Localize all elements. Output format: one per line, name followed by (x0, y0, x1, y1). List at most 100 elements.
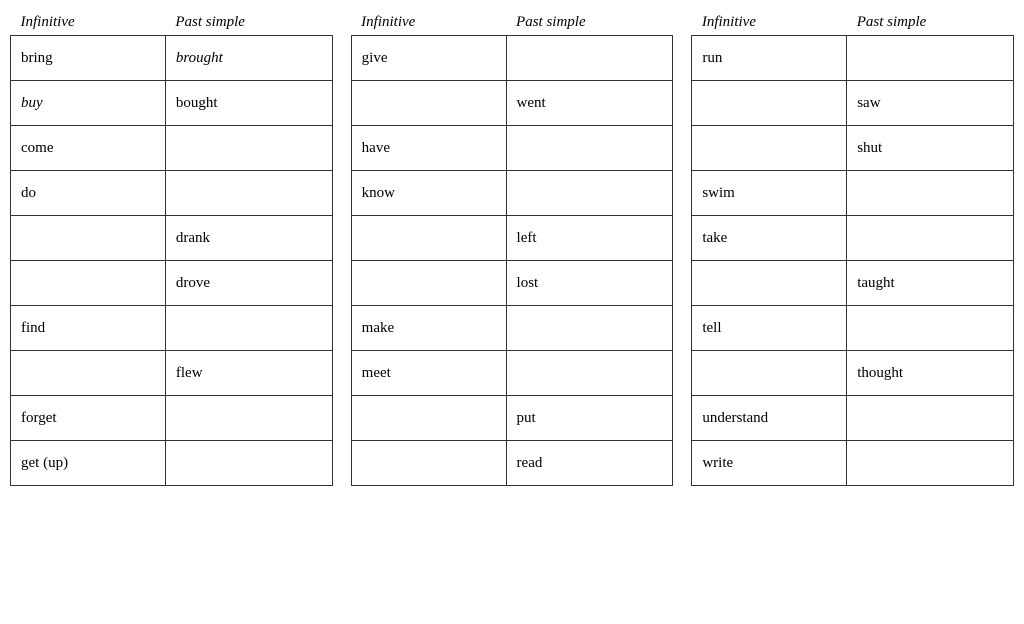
cell-infinitive: meet (351, 351, 506, 396)
cell-past-simple (165, 126, 332, 171)
header-past-simple: Past simple (506, 10, 673, 36)
cell-infinitive: swim (692, 171, 847, 216)
cell-infinitive: tell (692, 306, 847, 351)
cell-infinitive: know (351, 171, 506, 216)
verb-table-3: InfinitivePast simplerunsawshutswimtaket… (691, 10, 1014, 486)
cell-infinitive: buy (11, 81, 166, 126)
table-separator (333, 10, 351, 486)
cell-infinitive (692, 351, 847, 396)
cell-past-simple (847, 216, 1014, 261)
cell-past-simple: thought (847, 351, 1014, 396)
cell-past-simple (165, 441, 332, 486)
table-row: bringbrought (11, 36, 333, 81)
cell-infinitive: do (11, 171, 166, 216)
cell-past-simple: read (506, 441, 673, 486)
cell-past-simple (847, 441, 1014, 486)
cell-past-simple: taught (847, 261, 1014, 306)
cell-infinitive: write (692, 441, 847, 486)
cell-infinitive (351, 441, 506, 486)
header-infinitive: Infinitive (351, 10, 506, 36)
cell-past-simple (165, 306, 332, 351)
cell-infinitive (351, 261, 506, 306)
cell-past-simple (506, 126, 673, 171)
cell-infinitive (351, 216, 506, 261)
cell-past-simple (506, 306, 673, 351)
table-row: left (351, 216, 673, 261)
table-row: went (351, 81, 673, 126)
table-row: drank (11, 216, 333, 261)
cell-infinitive: find (11, 306, 166, 351)
cell-past-simple: put (506, 396, 673, 441)
cell-past-simple: went (506, 81, 673, 126)
cell-infinitive: forget (11, 396, 166, 441)
table-row: buybought (11, 81, 333, 126)
table-row: have (351, 126, 673, 171)
tables-container: InfinitivePast simplebringbroughtbuyboug… (10, 10, 1014, 486)
cell-infinitive (351, 81, 506, 126)
table-row: come (11, 126, 333, 171)
cell-past-simple: brought (165, 36, 332, 81)
table-row: run (692, 36, 1014, 81)
table-row: taught (692, 261, 1014, 306)
cell-past-simple: saw (847, 81, 1014, 126)
table-row: meet (351, 351, 673, 396)
table-separator (673, 10, 691, 486)
cell-infinitive: take (692, 216, 847, 261)
cell-past-simple (506, 171, 673, 216)
cell-past-simple: shut (847, 126, 1014, 171)
cell-infinitive (11, 351, 166, 396)
cell-past-simple (847, 171, 1014, 216)
cell-past-simple (847, 396, 1014, 441)
table-row: find (11, 306, 333, 351)
cell-past-simple: left (506, 216, 673, 261)
table-row: saw (692, 81, 1014, 126)
header-past-simple: Past simple (847, 10, 1014, 36)
table-row: thought (692, 351, 1014, 396)
cell-past-simple: flew (165, 351, 332, 396)
header-infinitive: Infinitive (11, 10, 166, 36)
cell-past-simple (847, 306, 1014, 351)
table-row: put (351, 396, 673, 441)
cell-past-simple: bought (165, 81, 332, 126)
cell-infinitive (11, 261, 166, 306)
header-infinitive: Infinitive (692, 10, 847, 36)
cell-infinitive (692, 81, 847, 126)
table-row: drove (11, 261, 333, 306)
cell-infinitive: get (up) (11, 441, 166, 486)
verb-table-1: InfinitivePast simplebringbroughtbuyboug… (10, 10, 333, 486)
cell-infinitive: understand (692, 396, 847, 441)
cell-past-simple (506, 351, 673, 396)
table-row: flew (11, 351, 333, 396)
verb-table-2: InfinitivePast simplegivewenthaveknowlef… (351, 10, 674, 486)
cell-infinitive: make (351, 306, 506, 351)
table-row: know (351, 171, 673, 216)
cell-past-simple (165, 396, 332, 441)
table-row: forget (11, 396, 333, 441)
table-row: lost (351, 261, 673, 306)
table-row: make (351, 306, 673, 351)
table-row: give (351, 36, 673, 81)
table-row: understand (692, 396, 1014, 441)
cell-past-simple: lost (506, 261, 673, 306)
page-wrapper: InfinitivePast simplebringbroughtbuyboug… (10, 10, 1014, 486)
cell-past-simple: drank (165, 216, 332, 261)
table-row: shut (692, 126, 1014, 171)
table-row: get (up) (11, 441, 333, 486)
table-row: take (692, 216, 1014, 261)
table-row: do (11, 171, 333, 216)
table-row: read (351, 441, 673, 486)
cell-past-simple (847, 36, 1014, 81)
cell-infinitive (351, 396, 506, 441)
cell-infinitive: come (11, 126, 166, 171)
cell-infinitive: run (692, 36, 847, 81)
table-row: write (692, 441, 1014, 486)
cell-infinitive: give (351, 36, 506, 81)
cell-past-simple (506, 36, 673, 81)
cell-infinitive (11, 216, 166, 261)
table-row: tell (692, 306, 1014, 351)
cell-infinitive: have (351, 126, 506, 171)
table-row: swim (692, 171, 1014, 216)
cell-past-simple: drove (165, 261, 332, 306)
cell-infinitive: bring (11, 36, 166, 81)
cell-past-simple (165, 171, 332, 216)
